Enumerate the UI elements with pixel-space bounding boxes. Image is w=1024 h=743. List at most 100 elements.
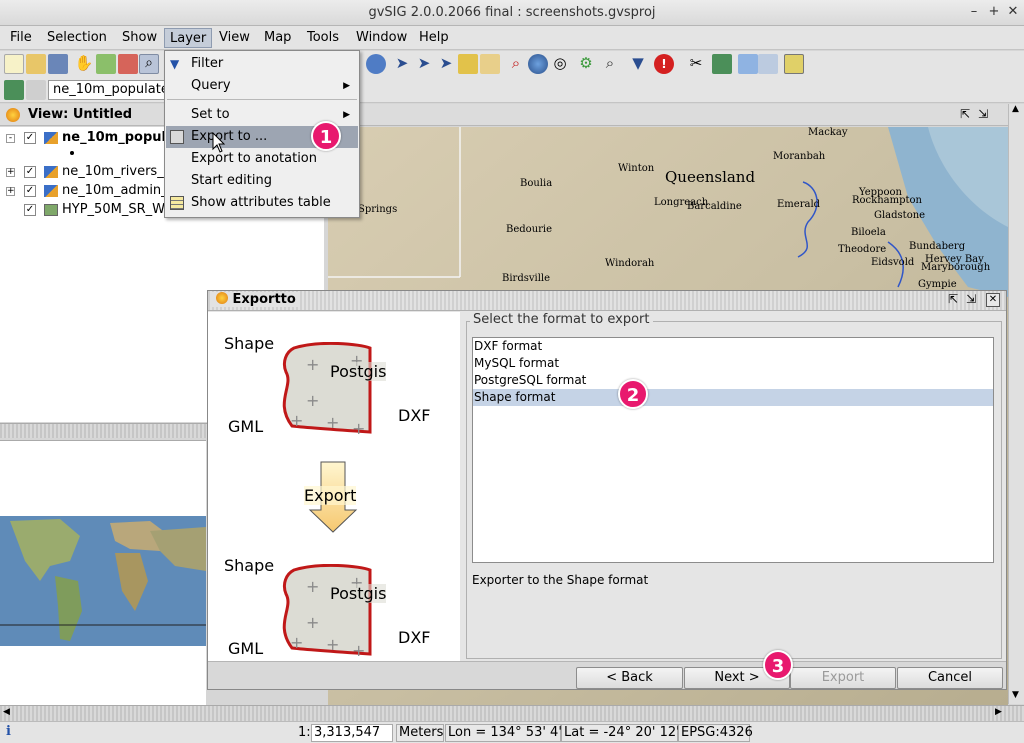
- globe-icon[interactable]: [528, 54, 548, 74]
- menu-selection[interactable]: Selection: [42, 28, 112, 48]
- map-place-label: Boulia: [520, 178, 553, 189]
- save-icon[interactable]: [48, 54, 68, 74]
- menu-item-attributes-table[interactable]: Show attributes table: [166, 192, 358, 214]
- menu-window[interactable]: Window: [351, 28, 412, 48]
- format-option-selected[interactable]: Shape format: [473, 389, 993, 406]
- menu-map[interactable]: Map: [259, 28, 296, 48]
- raster-layer-icon: [44, 204, 58, 216]
- format-option[interactable]: MySQL format: [473, 355, 993, 372]
- layer-checkbox[interactable]: ✓: [24, 204, 36, 216]
- map-region-label: Queensland: [665, 168, 756, 186]
- svg-text:+: +: [306, 355, 319, 374]
- info-query-icon[interactable]: ⌕: [506, 54, 526, 74]
- menu-tools[interactable]: Tools: [302, 28, 344, 48]
- target-icon[interactable]: ◎: [550, 54, 570, 74]
- close-dialog-icon[interactable]: ✕: [986, 293, 1000, 307]
- add-layer-icon[interactable]: [712, 54, 732, 74]
- preview-icon[interactable]: [758, 54, 778, 74]
- alert-icon[interactable]: !: [654, 54, 674, 74]
- map-place-label: Winton: [618, 163, 655, 174]
- menu-view[interactable]: View: [214, 28, 255, 48]
- maximize-icon[interactable]: +: [985, 3, 1003, 21]
- select-rect-icon[interactable]: ➤: [414, 54, 434, 74]
- format-option[interactable]: PostgreSQL format: [473, 372, 993, 389]
- restore-icon[interactable]: ⇱: [960, 107, 970, 121]
- scroll-left-icon[interactable]: ◀: [3, 707, 10, 717]
- brush-icon[interactable]: [458, 54, 478, 74]
- expand-icon[interactable]: +: [6, 187, 15, 196]
- map-place-label: Theodore: [838, 244, 887, 255]
- scale-input[interactable]: 3,313,547: [311, 724, 393, 742]
- crs-field: EPSG:4326: [678, 724, 753, 742]
- pencil-icon[interactable]: [366, 54, 386, 74]
- menu-file[interactable]: File: [5, 28, 37, 48]
- open-icon[interactable]: [26, 54, 46, 74]
- layer-checkbox[interactable]: ✓: [24, 166, 36, 178]
- scroll-up-icon[interactable]: ▲: [1012, 104, 1019, 114]
- maximize-dialog-icon[interactable]: ⇲: [964, 293, 978, 307]
- info-icon: i: [6, 724, 11, 739]
- select-icon[interactable]: ➤: [392, 54, 412, 74]
- layer-selector[interactable]: ne_10m_populated: [48, 80, 166, 100]
- restore-dialog-icon[interactable]: ⇱: [946, 293, 960, 307]
- map-vertical-scrollbar[interactable]: ▲ ▼: [1008, 104, 1024, 704]
- scroll-down-icon[interactable]: ▼: [1012, 690, 1019, 700]
- menu-item-start-editing[interactable]: Start editing: [166, 170, 358, 192]
- pan-icon[interactable]: ✋: [74, 54, 94, 74]
- collapse-icon[interactable]: -: [6, 134, 15, 143]
- layer-name: ne_10m_popul: [62, 130, 166, 145]
- select-poly-icon[interactable]: ➤: [436, 54, 456, 74]
- format-shape-icon: + + ++ + +: [282, 342, 372, 434]
- step-badge-3: 3: [763, 650, 793, 680]
- table-toolbar-icon[interactable]: [784, 54, 804, 74]
- map-place-label: Birdsville: [502, 273, 551, 284]
- close-icon[interactable]: ✕: [1004, 3, 1022, 21]
- copy-icon[interactable]: [738, 54, 758, 74]
- edit-layer-icon[interactable]: [26, 80, 46, 100]
- cancel-button[interactable]: Cancel: [897, 667, 1003, 689]
- svg-text:+: +: [306, 391, 319, 410]
- layers-icon[interactable]: [4, 80, 24, 100]
- expand-icon[interactable]: +: [6, 168, 15, 177]
- tools-icon[interactable]: ✂: [686, 54, 706, 74]
- illustration-label: DXF: [398, 628, 431, 647]
- zoom-in-icon[interactable]: ⌕: [139, 54, 159, 74]
- format-list[interactable]: DXF format MySQL format PostgreSQL forma…: [472, 337, 994, 563]
- map-place-label: Barcaldine: [687, 201, 742, 212]
- layer-checkbox[interactable]: ✓: [24, 132, 36, 144]
- svg-text:+: +: [306, 613, 319, 632]
- zoom-extent-icon[interactable]: [96, 54, 116, 74]
- new-icon[interactable]: [4, 54, 24, 74]
- maximize-view-icon[interactable]: ⇲: [978, 107, 988, 121]
- illustration-label: Shape: [224, 334, 275, 353]
- invert-selection-icon[interactable]: [480, 54, 500, 74]
- step-badge-1: 1: [311, 121, 341, 151]
- gear-icon[interactable]: ⚙: [576, 54, 596, 74]
- export-button[interactable]: Export: [790, 667, 896, 689]
- map-horizontal-scrollbar[interactable]: ◀ ▶: [0, 705, 1024, 721]
- map-place-label: Gladstone: [874, 210, 926, 221]
- zoom-select-icon[interactable]: [118, 54, 138, 74]
- longitude-field: Lon = 134° 53' 4'': [445, 724, 565, 742]
- menu-help[interactable]: Help: [414, 28, 454, 48]
- menu-item-query[interactable]: Query ▶: [166, 75, 358, 97]
- map-place-label: Windorah: [605, 258, 655, 269]
- layer-name: ne_10m_admin_: [62, 183, 168, 198]
- menu-item-filter[interactable]: ▼ Filter: [166, 53, 358, 75]
- scroll-right-icon[interactable]: ▶: [995, 707, 1002, 717]
- map-place-label: Rockhampton: [852, 195, 922, 206]
- menu-item-export-anotation[interactable]: Export to anotation: [166, 148, 358, 170]
- layer-checkbox[interactable]: ✓: [24, 185, 36, 197]
- map-place-label: Maryborough: [921, 262, 991, 273]
- back-button[interactable]: < Back: [576, 667, 683, 689]
- overview-world-map: [0, 516, 206, 646]
- dialog-title: Exportto: [232, 292, 296, 307]
- overview-map[interactable]: [0, 440, 206, 705]
- filter-toolbar-icon[interactable]: ▼: [628, 54, 648, 74]
- minimize-icon[interactable]: –: [965, 3, 983, 21]
- menu-layer[interactable]: Layer: [164, 28, 213, 48]
- status-bar: i 1: 3,313,547 Meters Lon = 134° 53' 4''…: [0, 721, 1024, 743]
- menu-show[interactable]: Show: [117, 28, 162, 48]
- format-option[interactable]: DXF format: [473, 338, 993, 355]
- search-map-icon[interactable]: ⌕: [600, 54, 620, 74]
